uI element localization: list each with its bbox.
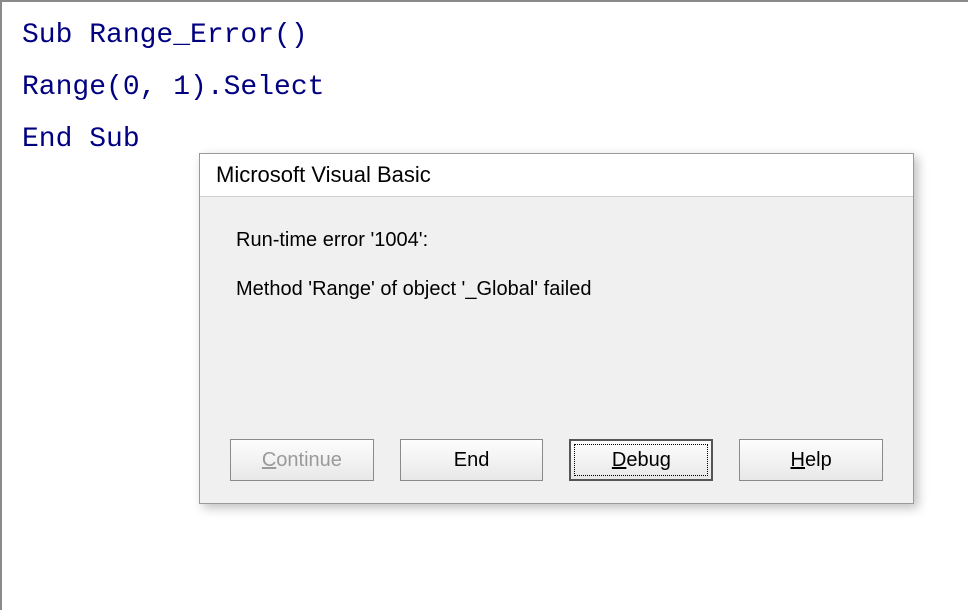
dialog-button-row: Continue End Debug Help bbox=[200, 427, 913, 503]
code-line-3: Range(0, 1).Select bbox=[22, 62, 948, 114]
debug-button[interactable]: Debug bbox=[569, 439, 713, 481]
help-button[interactable]: Help bbox=[739, 439, 883, 481]
dialog-body: Run-time error '1004': Method 'Range' of… bbox=[200, 197, 913, 427]
continue-button: Continue bbox=[230, 439, 374, 481]
error-message-text: Method 'Range' of object '_Global' faile… bbox=[236, 278, 877, 301]
error-type-text: Run-time error '1004': bbox=[236, 229, 877, 252]
dialog-title: Microsoft Visual Basic bbox=[200, 154, 913, 197]
code-line-1: Sub Range_Error() bbox=[22, 10, 948, 62]
error-dialog: Microsoft Visual Basic Run-time error '1… bbox=[199, 153, 914, 504]
end-button[interactable]: End bbox=[400, 439, 544, 481]
